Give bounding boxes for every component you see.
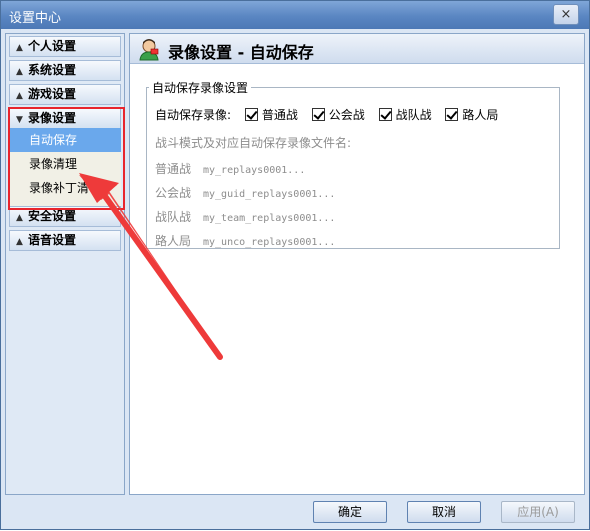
checkbox-team-battle[interactable]: 战队战: [378, 106, 432, 123]
mapping-mode: 路人局: [155, 234, 192, 248]
nav-item-auto-save[interactable]: 自动保存: [9, 128, 121, 152]
nav-section-voice[interactable]: ▲ 语音设置: [9, 230, 121, 251]
nav-item-replay-patch[interactable]: 录像补丁清: [9, 176, 121, 200]
mapping-file: my_guid_replays0001...: [203, 189, 336, 200]
content-header: 录像设置 - 自动保存: [130, 34, 584, 64]
checkbox-random-match[interactable]: 路人局: [445, 106, 498, 123]
nav-section-label: 安全设置: [28, 209, 77, 223]
auto-save-label: 自动保存录像:: [155, 108, 232, 122]
nav-section-label: 游戏设置: [28, 87, 77, 101]
content-panel: 录像设置 - 自动保存 自动保存录像设置 自动保存录像: 普通战 公会战 战队战…: [129, 33, 585, 495]
window-title: 设置中心: [9, 11, 62, 26]
mapping-row: 战队战 my_team_replays0001...: [155, 208, 335, 225]
checkbox-checked-icon[interactable]: [244, 108, 258, 121]
nav-section-game[interactable]: ▲ 游戏设置: [9, 84, 121, 105]
checkbox-label: 普通战: [261, 108, 298, 122]
settings-nav: ▲ 个人设置 ▲ 系统设置 ▲ 游戏设置 ▼ 录像设置 自动保存 录像清理 录像补丁清 …: [5, 33, 125, 495]
mapping-file: my_replays0001...: [203, 165, 306, 176]
mapping-mode: 公会战: [155, 186, 192, 200]
mapping-file: my_team_replays0001...: [203, 213, 336, 224]
expand-up-icon: ▲: [16, 213, 23, 223]
expand-up-icon: ▲: [16, 91, 23, 101]
mapping-file: my_unco_replays0001...: [203, 237, 336, 248]
mapping-row: 普通战 my_replays0001...: [155, 160, 305, 177]
group-title: 自动保存录像设置: [149, 79, 252, 96]
expand-up-icon: ▲: [16, 237, 23, 247]
checkbox-guild-battle[interactable]: 公会战: [311, 106, 365, 123]
checkbox-checked-icon[interactable]: [445, 108, 459, 121]
mapping-row: 路人局 my_unco_replays0001...: [155, 232, 335, 249]
nav-section-label: 个人设置: [28, 39, 77, 53]
settings-window: 设置中心 × ▲ 个人设置 ▲ 系统设置 ▲ 游戏设置 ▼ 录像设置 自动保存 录像清理…: [0, 0, 590, 530]
checkbox-label: 路人局: [462, 108, 499, 122]
nav-item-replay-cleanup[interactable]: 录像清理: [9, 152, 121, 176]
page-title: 录像设置 - 自动保存: [168, 43, 314, 62]
ok-button[interactable]: 确定: [313, 501, 387, 523]
title-bar[interactable]: 设置中心 ×: [1, 1, 589, 29]
expand-up-icon: ▲: [16, 43, 23, 53]
mapping-label: 战斗模式及对应自动保存录像文件名:: [155, 136, 352, 150]
checkbox-label: 公会战: [328, 108, 365, 122]
checkbox-label: 战队战: [395, 108, 432, 122]
replay-sub-menu: 自动保存 录像清理 录像补丁清: [9, 128, 121, 206]
checkbox-checked-icon[interactable]: [378, 108, 392, 121]
nav-section-replay[interactable]: ▼ 录像设置: [9, 108, 121, 129]
apply-button[interactable]: 应用(A): [501, 501, 575, 523]
nav-section-security[interactable]: ▲ 安全设置: [9, 206, 121, 227]
checkbox-normal-battle[interactable]: 普通战: [244, 106, 298, 123]
nav-section-personal[interactable]: ▲ 个人设置: [9, 36, 121, 57]
expand-up-icon: ▲: [16, 67, 23, 77]
nav-section-label: 系统设置: [28, 63, 77, 77]
nav-section-system[interactable]: ▲ 系统设置: [9, 60, 121, 81]
auto-save-group: 自动保存录像设置 自动保存录像: 普通战 公会战 战队战 路人局 战斗模式及对应…: [146, 79, 560, 249]
auto-save-row: 自动保存录像: 普通战 公会战 战队战 路人局: [155, 106, 498, 123]
close-button[interactable]: ×: [553, 4, 579, 25]
dialog-footer: 确定 取消 应用(A): [1, 497, 589, 529]
mapping-mode: 战队战: [155, 210, 192, 224]
nav-section-label: 语音设置: [28, 233, 77, 247]
mapping-mode: 普通战: [155, 162, 192, 176]
close-icon: ×: [560, 7, 572, 22]
mapping-row: 公会战 my_guid_replays0001...: [155, 184, 335, 201]
nav-section-label: 录像设置: [28, 111, 77, 125]
avatar-icon: [139, 39, 159, 61]
checkbox-checked-icon[interactable]: [311, 108, 325, 121]
cancel-button[interactable]: 取消: [407, 501, 481, 523]
